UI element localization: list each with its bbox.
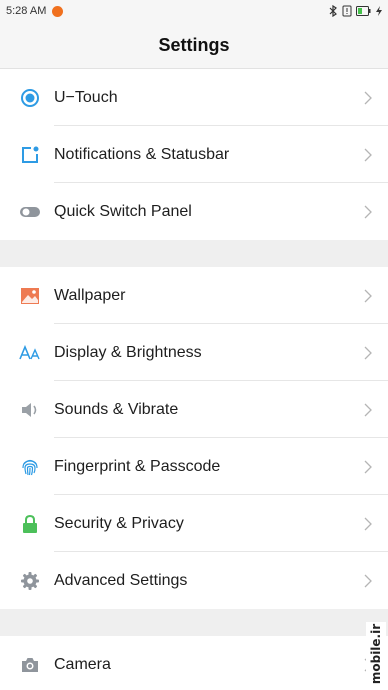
chevron-right-icon bbox=[364, 517, 372, 530]
charging-bolt-icon bbox=[376, 6, 382, 16]
sim-alert-icon bbox=[342, 5, 352, 17]
speaker-icon bbox=[19, 399, 41, 421]
settings-item-quick-switch[interactable]: Quick Switch Panel bbox=[0, 183, 388, 240]
settings-item-sounds[interactable]: Sounds & Vibrate bbox=[0, 381, 388, 438]
settings-item-label: Advanced Settings bbox=[54, 571, 188, 589]
notification-icon bbox=[19, 144, 41, 166]
status-bar: 5:28 AM bbox=[0, 0, 388, 22]
chevron-right-icon bbox=[364, 148, 372, 161]
settings-item-advanced[interactable]: Advanced Settings bbox=[0, 552, 388, 609]
settings-group-2: Wallpaper Display & Brightness Sounds & … bbox=[0, 267, 388, 609]
chevron-right-icon bbox=[364, 91, 372, 104]
group-separator bbox=[0, 240, 388, 267]
app-notification-icon bbox=[52, 5, 64, 17]
status-time: 5:28 AM bbox=[6, 5, 47, 17]
settings-group-1: U−Touch Notifications & Statusbar Quick … bbox=[0, 69, 388, 240]
display-icon bbox=[19, 342, 41, 364]
chevron-right-icon bbox=[364, 205, 372, 218]
settings-item-label: Wallpaper bbox=[54, 286, 126, 304]
settings-group-3: Camera bbox=[0, 636, 388, 690]
toggle-icon bbox=[19, 201, 41, 223]
chevron-right-icon bbox=[364, 460, 372, 473]
status-icons bbox=[328, 5, 382, 17]
fingerprint-icon bbox=[19, 456, 41, 478]
settings-item-label: Security & Privacy bbox=[54, 514, 184, 532]
title-bar: Settings bbox=[0, 22, 388, 69]
group-separator bbox=[0, 609, 388, 636]
settings-item-fingerprint[interactable]: Fingerprint & Passcode bbox=[0, 438, 388, 495]
camera-icon bbox=[19, 654, 41, 676]
chevron-right-icon bbox=[364, 289, 372, 302]
battery-charging-icon bbox=[356, 6, 371, 16]
settings-item-label: Fingerprint & Passcode bbox=[54, 457, 221, 475]
settings-item-utouch[interactable]: U−Touch bbox=[0, 69, 388, 126]
chevron-right-icon bbox=[364, 403, 372, 416]
wallpaper-icon bbox=[19, 285, 41, 307]
settings-item-label: Quick Switch Panel bbox=[54, 202, 192, 220]
settings-item-label: U−Touch bbox=[54, 88, 118, 106]
settings-item-label: Sounds & Vibrate bbox=[54, 400, 179, 418]
settings-item-label: Notifications & Statusbar bbox=[54, 145, 230, 163]
chevron-right-icon bbox=[364, 346, 372, 359]
settings-item-security[interactable]: Security & Privacy bbox=[0, 495, 388, 552]
settings-list: U−Touch Notifications & Statusbar Quick … bbox=[0, 69, 388, 690]
page-title: Settings bbox=[158, 34, 230, 55]
watermark-text: mobile.ir bbox=[369, 623, 384, 685]
utouch-icon bbox=[19, 87, 41, 109]
chevron-right-icon bbox=[364, 574, 372, 587]
settings-item-wallpaper[interactable]: Wallpaper bbox=[0, 267, 388, 324]
settings-item-notifications[interactable]: Notifications & Statusbar bbox=[0, 126, 388, 183]
settings-item-label: Camera bbox=[54, 655, 111, 673]
bluetooth-icon bbox=[329, 5, 337, 17]
settings-item-label: Display & Brightness bbox=[54, 343, 202, 361]
lock-icon bbox=[19, 513, 41, 535]
watermark: mobile.ir bbox=[366, 622, 386, 686]
settings-item-display[interactable]: Display & Brightness bbox=[0, 324, 388, 381]
settings-item-camera[interactable]: Camera bbox=[0, 636, 388, 690]
gear-icon bbox=[19, 570, 41, 592]
